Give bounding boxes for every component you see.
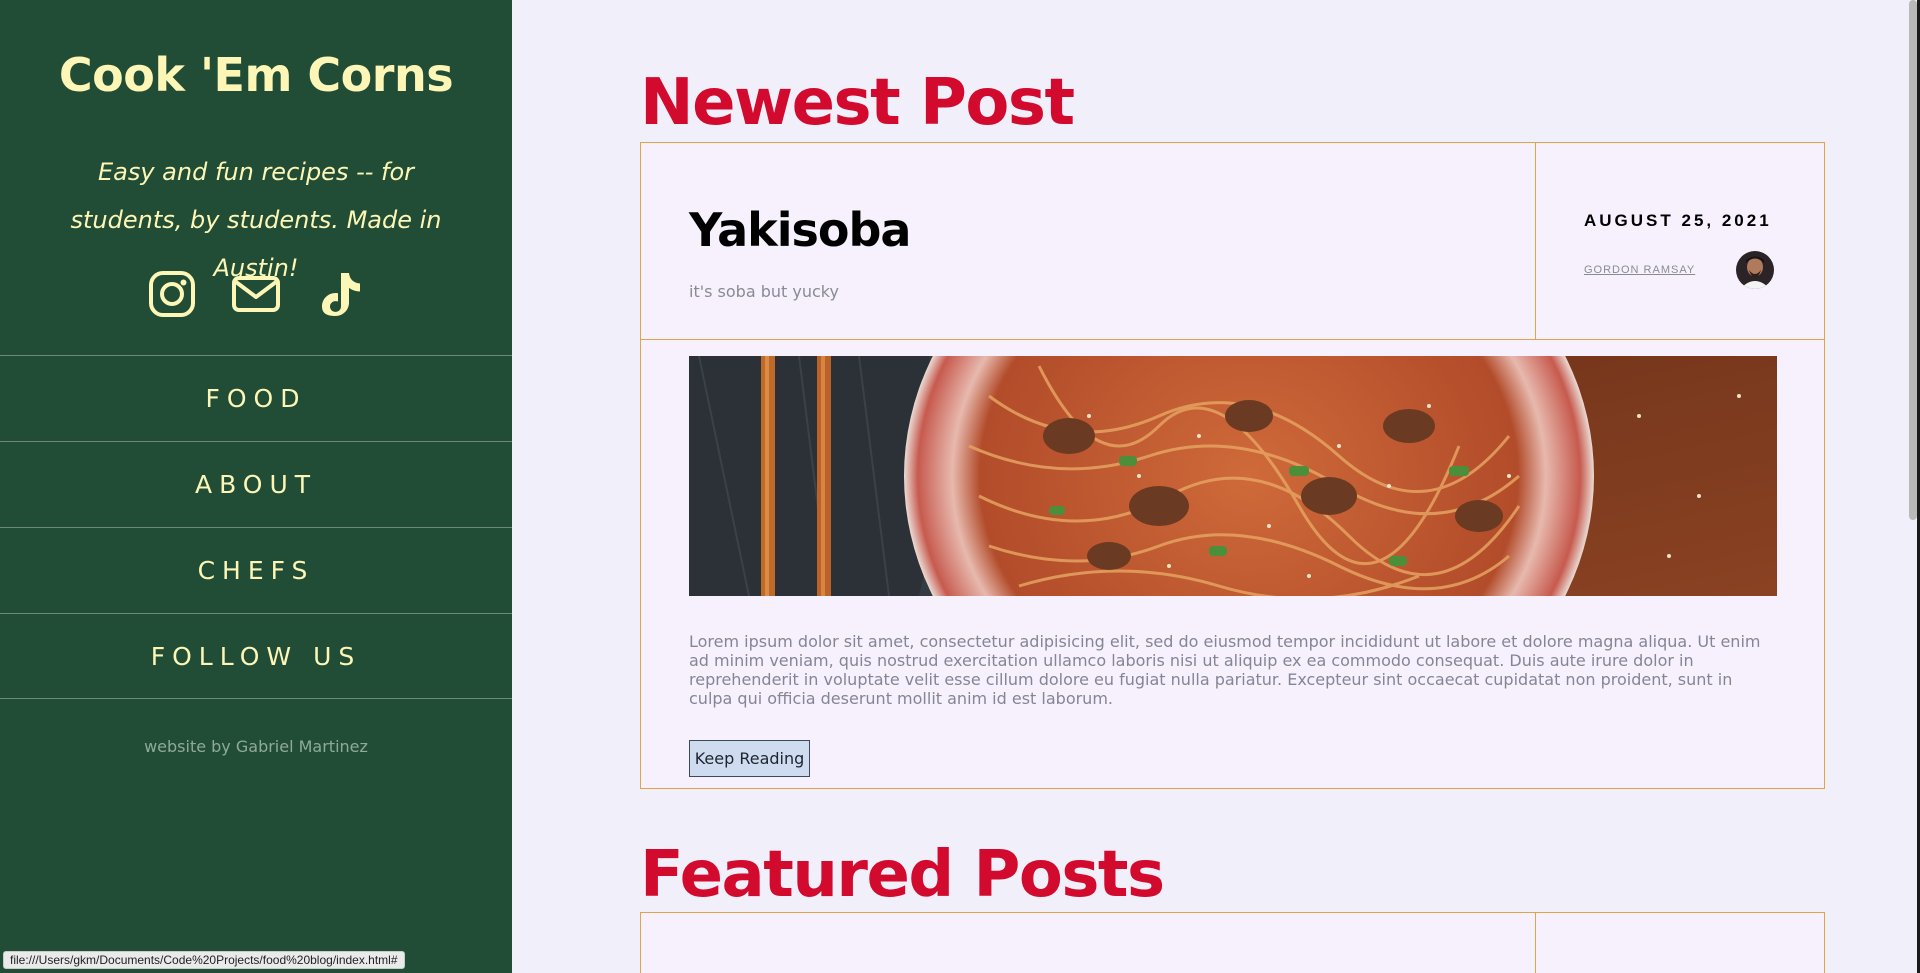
sidebar-nav: FOOD ABOUT CHEFS FOLLOW US: [0, 355, 512, 699]
post-title-panel: Yakisoba it's soba but yucky: [641, 143, 1536, 339]
post-subtitle: it's soba but yucky: [689, 282, 839, 301]
nav-item-follow-us[interactable]: FOLLOW US: [0, 613, 512, 699]
link-status-bar: file:///Users/gkm/Documents/Code%20Proje…: [3, 951, 405, 969]
post-excerpt: Lorem ipsum dolor sit amet, consectetur …: [689, 632, 1761, 708]
tiktok-icon[interactable]: [315, 269, 365, 319]
sidebar: Cook 'Em Corns Easy and fun recipes -- f…: [0, 0, 512, 973]
post-meta-panel: AUGUST 25, 2021 GORDON RAMSAY: [1536, 143, 1824, 339]
site-title[interactable]: Cook 'Em Corns: [0, 48, 512, 102]
featured-post-header: [641, 913, 1824, 973]
post-header: Yakisoba it's soba but yucky AUGUST 25, …: [641, 143, 1824, 340]
nav-item-food[interactable]: FOOD: [0, 355, 512, 441]
nav-item-about[interactable]: ABOUT: [0, 441, 512, 527]
scrollbar-thumb[interactable]: [1909, 0, 1917, 520]
post-date: AUGUST 25, 2021: [1584, 211, 1772, 230]
featured-posts-heading: Featured Posts: [640, 838, 1165, 912]
keep-reading-button[interactable]: Keep Reading: [689, 740, 810, 777]
newest-post-card: Yakisoba it's soba but yucky AUGUST 25, …: [640, 142, 1825, 789]
featured-post-meta-panel: [1536, 913, 1824, 973]
browser-window: Cook 'Em Corns Easy and fun recipes -- f…: [0, 0, 1920, 973]
instagram-icon[interactable]: [147, 269, 197, 319]
site-credit: website by Gabriel Martinez: [144, 737, 368, 756]
author-link[interactable]: GORDON RAMSAY: [1584, 264, 1695, 276]
author-avatar: [1736, 251, 1774, 289]
newest-post-heading: Newest Post: [640, 66, 1075, 140]
nav-item-chefs[interactable]: CHEFS: [0, 527, 512, 613]
yakisoba-image: [689, 356, 1777, 596]
featured-post-card: [640, 912, 1825, 973]
envelope-icon[interactable]: [231, 269, 281, 319]
social-links: [0, 268, 512, 320]
post-title[interactable]: Yakisoba: [689, 203, 911, 257]
featured-post-title-panel: [641, 913, 1536, 973]
